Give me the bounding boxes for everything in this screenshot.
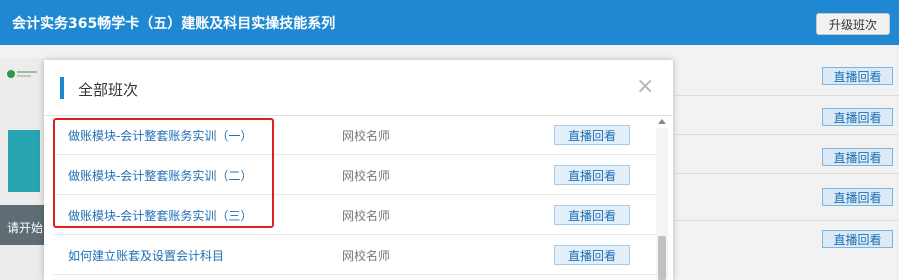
teacher-name: 网校名师 [342, 249, 391, 263]
background-live-replay-button[interactable]: 直播回看 [822, 188, 893, 206]
school-logo-icon [7, 70, 37, 78]
title-accent-bar [60, 77, 64, 99]
modal-scrollbar-thumb[interactable] [658, 236, 666, 280]
close-icon[interactable]: × [636, 76, 654, 98]
background-divider [674, 134, 899, 135]
highlight-annotation-box [53, 118, 274, 228]
upgrade-class-button[interactable]: 升级班次 [816, 13, 890, 35]
background-live-replay-button[interactable]: 直播回看 [822, 148, 893, 166]
background-live-replay-button[interactable]: 直播回看 [822, 230, 893, 248]
modal-title: 全部班次 [78, 81, 139, 99]
class-title-link[interactable]: 如何建立账套及设置会计科目 [68, 247, 224, 264]
video-thumbnail [8, 130, 40, 192]
course-header: 会计实务365畅学卡（五）建账及科目实操技能系列 升级班次 [0, 0, 899, 45]
live-replay-button[interactable]: 直播回看 [554, 125, 630, 145]
teacher-name: 网校名师 [342, 169, 391, 183]
background-divider [674, 95, 899, 96]
live-replay-button[interactable]: 直播回看 [554, 205, 630, 225]
overlay-text: 请开始 [7, 221, 44, 235]
background-divider [674, 220, 899, 221]
live-replay-button[interactable]: 直播回看 [554, 165, 630, 185]
modal-header: 全部班次 × [44, 60, 673, 116]
background-live-replay-button[interactable]: 直播回看 [822, 108, 893, 126]
class-row: 如何建立账套及设置会计科目 网校名师 直播回看 [54, 235, 659, 275]
background-divider [674, 173, 899, 174]
live-replay-button[interactable]: 直播回看 [554, 245, 630, 265]
teacher-name: 网校名师 [342, 209, 391, 223]
teacher-name: 网校名师 [342, 129, 391, 143]
background-live-replay-button[interactable]: 直播回看 [822, 67, 893, 85]
scroll-up-arrow-icon[interactable] [658, 119, 666, 124]
course-title: 会计实务365畅学卡（五）建账及科目实操技能系列 [12, 16, 336, 32]
